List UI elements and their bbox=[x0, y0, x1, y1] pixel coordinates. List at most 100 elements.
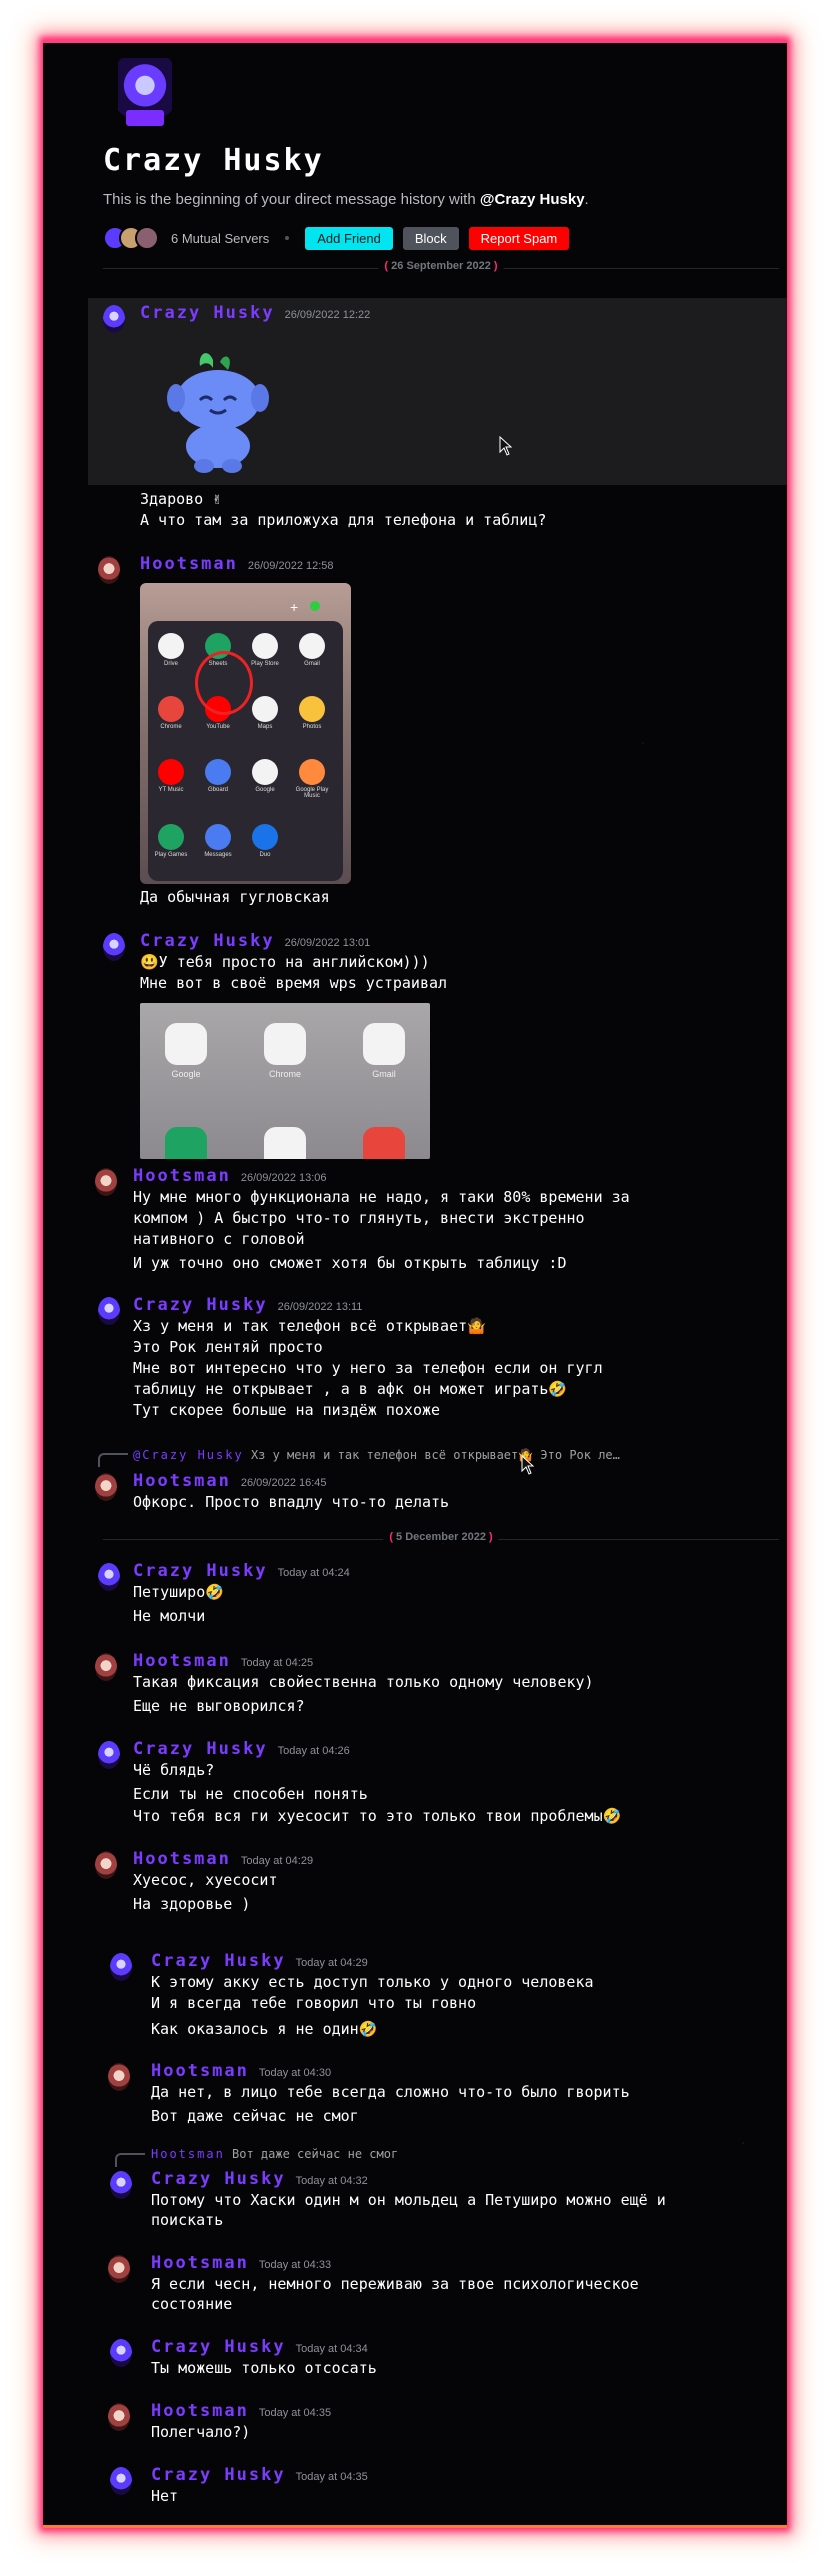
reply-author[interactable]: @Crazy Husky bbox=[133, 1448, 244, 1462]
author-name[interactable]: Crazy Husky bbox=[140, 303, 275, 323]
message-text: Я если чесн, немного переживаю за твое п… bbox=[151, 2275, 639, 2293]
message-header: Crazy Husky Today at 04:29 bbox=[151, 1951, 368, 1971]
screenshot-attachment[interactable]: + Drive Sheets Play Store Gmail Chrome Y… bbox=[140, 583, 351, 884]
avatar[interactable] bbox=[95, 1653, 117, 1681]
message-text: Еще не выговорился? bbox=[133, 1697, 305, 1715]
author-name[interactable]: Hootsman bbox=[133, 1166, 231, 1186]
timestamp: 26/09/2022 13:01 bbox=[284, 937, 371, 949]
photos-icon bbox=[299, 696, 325, 722]
google-icon bbox=[165, 1023, 207, 1065]
message-text: Если ты не способен понять bbox=[133, 1785, 368, 1803]
author-name[interactable]: Hootsman bbox=[140, 554, 238, 574]
avatar[interactable] bbox=[108, 2255, 130, 2283]
avatar[interactable] bbox=[95, 1851, 117, 1879]
message-text: Такая фиксация свойественна только одном… bbox=[133, 1673, 594, 1691]
mutual-server-avatars[interactable] bbox=[103, 226, 159, 250]
timestamp: Today at 04:30 bbox=[258, 2067, 332, 2079]
separator-dot bbox=[285, 236, 290, 240]
avatar[interactable] bbox=[98, 1741, 120, 1769]
author-name[interactable]: Hootsman bbox=[151, 2061, 249, 2081]
play-store-icon bbox=[252, 633, 278, 659]
avatar[interactable] bbox=[110, 2339, 132, 2367]
message-header: Crazy Husky 26/09/2022 12:22 bbox=[140, 303, 370, 323]
message-text: К этому акку есть доступ только у одного… bbox=[151, 1973, 594, 1991]
reply-spine bbox=[98, 1453, 128, 1467]
app-label: Chrome bbox=[160, 724, 182, 730]
timestamp: Today at 04:32 bbox=[295, 2175, 368, 2187]
block-button[interactable]: Block bbox=[402, 226, 459, 250]
app-label: Chrome bbox=[268, 1069, 301, 1079]
message-header: Hootsman 26/09/2022 13:06 bbox=[133, 1166, 327, 1186]
avatar[interactable] bbox=[103, 933, 125, 961]
message-text: И я всегда тебе говорил что ты говно bbox=[151, 1994, 477, 2012]
author-name[interactable]: Hootsman bbox=[133, 1849, 231, 1869]
timestamp: Today at 04:26 bbox=[277, 1745, 350, 1757]
message-text: Здарово ✌ bbox=[140, 490, 222, 508]
app-label: YouTube bbox=[206, 724, 230, 730]
message-header: Crazy Husky Today at 04:24 bbox=[133, 1561, 350, 1581]
drive-icon bbox=[264, 1127, 306, 1159]
reply-author[interactable]: Hootsman bbox=[151, 2147, 225, 2161]
message-text: Ну мне много функционала не надо, я таки… bbox=[133, 1188, 630, 1206]
screenshot-attachment[interactable]: Google Chrome Gmail bbox=[140, 1003, 430, 1159]
app-label: Gmail bbox=[372, 1069, 396, 1079]
timestamp: Today at 04:24 bbox=[277, 1567, 350, 1579]
message-text: Потому что Хаски один м он мольдец а Пет… bbox=[151, 2191, 666, 2209]
message-text: Офкорс. Просто впадлу что-то делать bbox=[133, 1493, 450, 1511]
report-spam-button[interactable]: Report Spam bbox=[468, 226, 570, 250]
author-name[interactable]: Hootsman bbox=[133, 1471, 231, 1491]
author-name[interactable]: Hootsman bbox=[151, 2253, 249, 2273]
message-header: Hootsman 26/09/2022 12:58 bbox=[140, 554, 334, 574]
timestamp: Today at 04:34 bbox=[295, 2343, 368, 2355]
message-header: Crazy Husky Today at 04:26 bbox=[133, 1739, 350, 1759]
avatar[interactable] bbox=[103, 305, 125, 333]
author-name[interactable]: Crazy Husky bbox=[151, 1951, 286, 1971]
timestamp: Today at 04:35 bbox=[258, 2407, 332, 2419]
author-name[interactable]: Crazy Husky bbox=[151, 2465, 286, 2485]
message-text: Да нет, в лицо тебе всегда сложно что-то… bbox=[151, 2083, 630, 2101]
subtitle-user[interactable]: @Crazy Husky bbox=[480, 191, 585, 208]
chat-frame: Crazy Husky This is the beginning of you… bbox=[43, 40, 787, 2528]
author-name[interactable]: Hootsman bbox=[133, 1651, 231, 1671]
message-text: компом ) А быстро что-то глянуть, внести… bbox=[133, 1209, 585, 1227]
avatar[interactable] bbox=[108, 2063, 130, 2091]
timestamp: 26/09/2022 12:22 bbox=[284, 309, 371, 321]
message-header: Hootsman 26/09/2022 16:45 bbox=[133, 1471, 327, 1491]
author-name[interactable]: Crazy Husky bbox=[133, 1739, 268, 1759]
avatar[interactable] bbox=[110, 2467, 132, 2495]
reply-preview[interactable]: @Crazy Husky Хз у меня и так телефон всё… bbox=[133, 1448, 620, 1462]
avatar[interactable] bbox=[95, 1473, 117, 1501]
mutual-servers-link[interactable]: 6 Mutual Servers bbox=[171, 231, 269, 246]
message-text: поискать bbox=[151, 2211, 224, 2229]
wumpus-sticker bbox=[167, 353, 269, 473]
avatar[interactable] bbox=[98, 1563, 120, 1591]
avatar[interactable] bbox=[110, 1953, 132, 1981]
reply-preview[interactable]: Hootsman Вот даже сейчас не смог bbox=[151, 2147, 398, 2161]
message-header: Hootsman Today at 04:33 bbox=[151, 2253, 331, 2273]
avatar[interactable] bbox=[108, 2403, 130, 2431]
date-divider-label: 26 September 2022 bbox=[378, 260, 504, 272]
message-text: Не молчи bbox=[133, 1607, 206, 1625]
author-name[interactable]: Crazy Husky bbox=[133, 1295, 268, 1315]
avatar[interactable] bbox=[98, 556, 120, 584]
mutual-server-icon bbox=[135, 226, 159, 250]
avatar[interactable] bbox=[98, 1297, 120, 1325]
messages-icon bbox=[205, 824, 231, 850]
app-label: Maps bbox=[257, 724, 273, 730]
page-title: Crazy Husky bbox=[103, 143, 324, 178]
avatar[interactable] bbox=[95, 1168, 117, 1196]
message-text: Хз у меня и так телефон всё открывает🤷 bbox=[133, 1317, 486, 1335]
status-dot-icon bbox=[310, 601, 320, 611]
author-name[interactable]: Crazy Husky bbox=[140, 931, 275, 951]
message-text: 😃У тебя просто на английском))) bbox=[140, 953, 430, 971]
author-name[interactable]: Crazy Husky bbox=[151, 2169, 286, 2189]
timestamp: 26/09/2022 13:11 bbox=[277, 1301, 363, 1313]
author-name[interactable]: Crazy Husky bbox=[133, 1561, 268, 1581]
google-icon bbox=[252, 759, 278, 785]
author-name[interactable]: Crazy Husky bbox=[151, 2337, 286, 2357]
drive-icon bbox=[158, 633, 184, 659]
avatar[interactable] bbox=[110, 2171, 132, 2199]
add-friend-button[interactable]: Add Friend bbox=[305, 226, 393, 250]
author-name[interactable]: Hootsman bbox=[151, 2401, 249, 2421]
play-games-icon bbox=[158, 824, 184, 850]
